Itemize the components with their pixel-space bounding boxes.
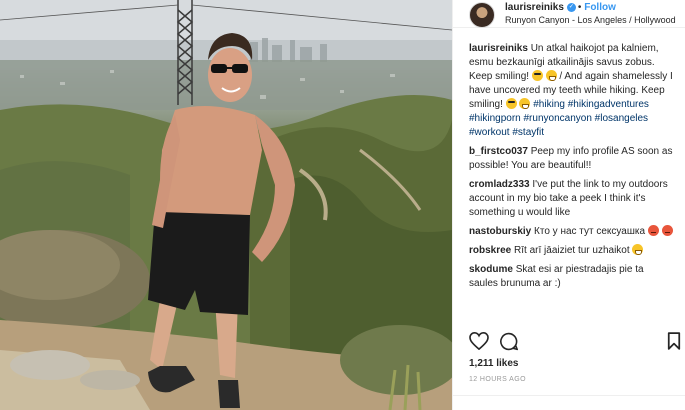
comment-username[interactable]: laurisreiniks [469, 43, 528, 54]
hashtag-link[interactable]: #runyoncanyon [524, 113, 592, 124]
post-header-text: laurisreiniks ✓ • Follow Runyon Canyon - L… [505, 2, 676, 26]
post-side-panel: laurisreiniks ✓ • Follow Runyon Canyon - L… [452, 0, 685, 410]
hashtag-link[interactable]: #losangeles [595, 113, 648, 124]
hashtag-link[interactable]: #hikingporn [469, 113, 521, 124]
sunglasses-emoji-icon [531, 70, 543, 81]
action-bar [469, 332, 681, 352]
avatar[interactable] [469, 2, 495, 28]
comments-list: laurisreiniks Un atkal haikojot pa kalni… [453, 28, 685, 291]
hashtag-link[interactable]: #workout [469, 127, 510, 138]
hashtag-link[interactable]: #hiking [533, 99, 565, 110]
post-header-line: laurisreiniks ✓ • Follow [505, 2, 676, 14]
post-header: laurisreiniks ✓ • Follow Runyon Canyon - L… [453, 0, 685, 28]
comment-username[interactable]: nastoburskiy [469, 226, 531, 237]
grin-emoji-icon [632, 244, 644, 255]
heart-icon[interactable] [469, 332, 489, 350]
grin-emoji-icon [519, 98, 531, 109]
comment-username[interactable]: b_firstco037 [469, 146, 528, 157]
grin-emoji-icon [545, 70, 557, 81]
hashtag-link[interactable]: #hikingadventures [568, 99, 649, 110]
comment-item: robskree Rīt arī jāaiziet tur uzhaikot [469, 244, 675, 258]
comment-item: cromladz333 I've put the link to my outd… [469, 178, 675, 220]
divider [453, 395, 685, 396]
comment-username[interactable]: skodume [469, 264, 513, 275]
angry-emoji-icon [647, 225, 659, 236]
post-photo[interactable] [0, 0, 452, 410]
post-photo-scene [0, 0, 452, 410]
comment-username[interactable]: cromladz333 [469, 179, 530, 190]
angry-emoji-icon [661, 225, 673, 236]
verified-badge-icon: ✓ [566, 2, 576, 12]
comment-item: laurisreiniks Un atkal haikojot pa kalni… [469, 42, 675, 140]
comment-item: nastoburskiy Кто у нас тут сексуашка [469, 225, 675, 239]
hashtag-link[interactable]: #stayfit [512, 127, 544, 138]
bookmark-icon[interactable] [667, 332, 681, 350]
post-username[interactable]: laurisreiniks [505, 2, 564, 13]
separator-dot: • [577, 2, 582, 13]
post-location[interactable]: Runyon Canyon - Los Angeles / Hollywood [505, 14, 676, 26]
comment-item: b_firstco037 Peep my info profile AS soo… [469, 145, 675, 173]
post-timestamp[interactable]: 12 HOURS AGO [469, 376, 526, 383]
comment-icon[interactable] [499, 332, 518, 351]
comment-item: skodume Skat esi ar piestradajis pie ta … [469, 263, 675, 291]
comment-text: Rīt arī jāaiziet tur uzhaikot [514, 245, 633, 256]
sunglasses-emoji-icon [505, 98, 517, 109]
comment-text: Кто у нас тут сексуашка [534, 226, 648, 237]
follow-button[interactable]: Follow [584, 2, 616, 13]
likes-count[interactable]: 1,211 likes [469, 358, 519, 369]
comment-username[interactable]: robskree [469, 245, 511, 256]
